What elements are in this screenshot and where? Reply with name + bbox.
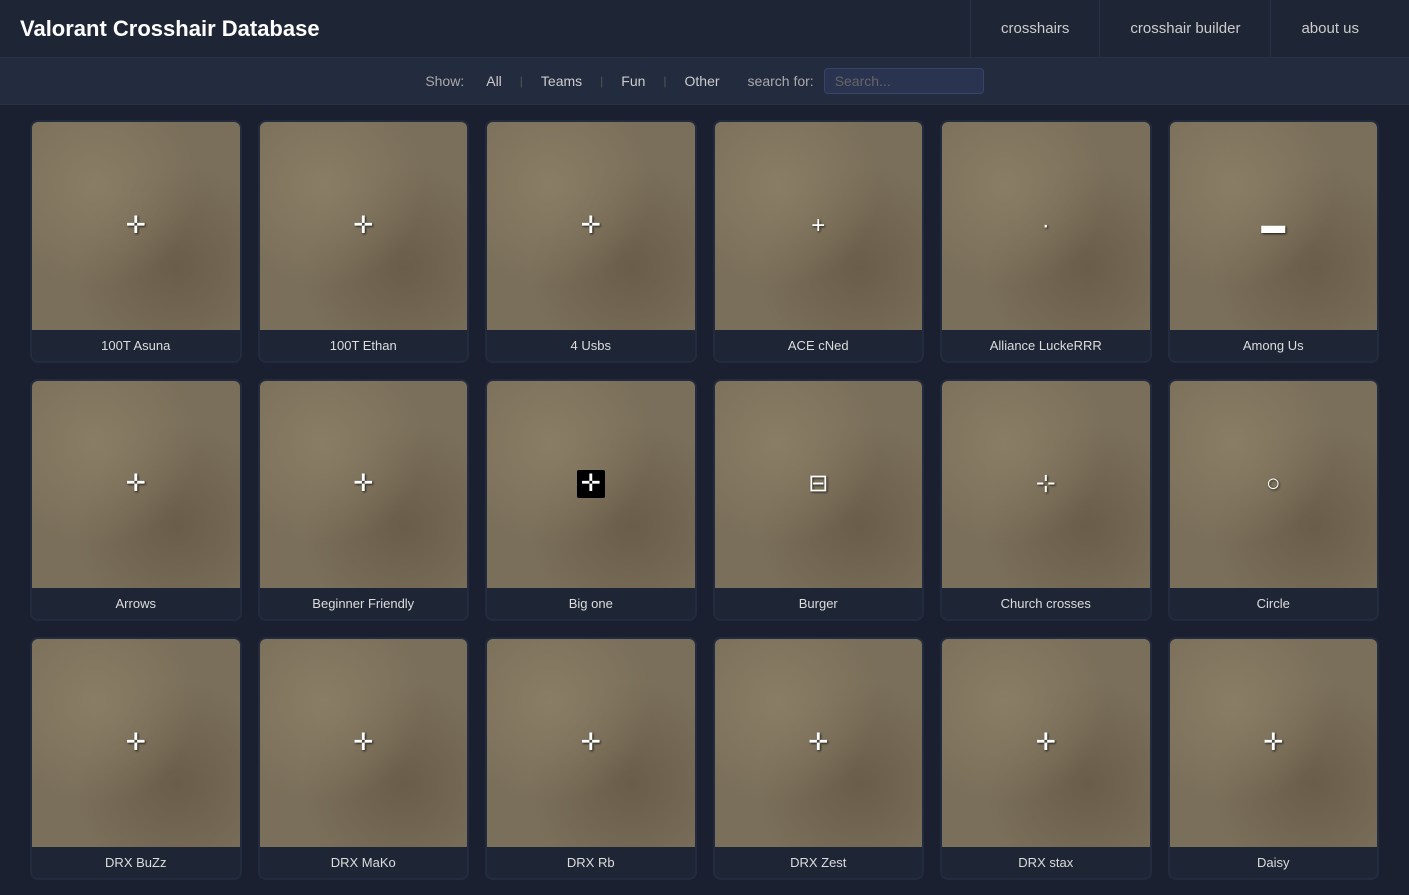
crosshair-card[interactable]: · Alliance LuckeRRR (940, 120, 1152, 363)
crosshair-symbol: ✛ (353, 731, 373, 755)
card-label: DRX MaKo (260, 847, 468, 878)
filter-bar: Show: All | Teams | Fun | Other search f… (0, 58, 1409, 105)
card-label: DRX Zest (715, 847, 923, 878)
card-image: ✛ (487, 381, 695, 589)
card-image: ✛ (715, 639, 923, 847)
nav-about[interactable]: about us (1270, 0, 1389, 57)
crosshair-card[interactable]: ✛ 4 Usbs (485, 120, 697, 363)
search-label: search for: (748, 73, 814, 89)
crosshair-card[interactable]: ✛ DRX BuZz (30, 637, 242, 880)
card-label: 4 Usbs (487, 330, 695, 361)
card-image: ✛ (942, 639, 1150, 847)
crosshair-symbol: ✛ (1263, 731, 1283, 755)
crosshair-card[interactable]: ✛ DRX MaKo (258, 637, 470, 880)
card-label: Arrows (32, 588, 240, 619)
crosshair-symbol: · (1042, 214, 1050, 238)
crosshair-card[interactable]: ✛ DRX Zest (713, 637, 925, 880)
card-label: 100T Ethan (260, 330, 468, 361)
crosshair-symbol: ✛ (126, 731, 146, 755)
crosshair-card[interactable]: ▬ Among Us (1168, 120, 1380, 363)
card-image: ✛ (260, 381, 468, 589)
crosshair-grid: ✛ 100T Asuna ✛ 100T Ethan ✛ 4 Usbs + ACE cNed · A… (0, 105, 1409, 895)
card-image: ✛ (487, 639, 695, 847)
crosshair-symbol: + (811, 214, 825, 238)
card-image: ✛ (487, 122, 695, 330)
crosshair-card[interactable]: ⊟ Burger (713, 379, 925, 622)
nav-crosshairs[interactable]: crosshairs (970, 0, 1099, 57)
card-label: Big one (487, 588, 695, 619)
card-label: ACE cNed (715, 330, 923, 361)
filter-other[interactable]: Other (677, 71, 728, 91)
card-label: DRX BuZz (32, 847, 240, 878)
card-label: DRX stax (942, 847, 1150, 878)
card-image: ▬ (1170, 122, 1378, 330)
crosshair-card[interactable]: ✛ 100T Ethan (258, 120, 470, 363)
card-image: ✛ (32, 122, 240, 330)
card-label: Beginner Friendly (260, 588, 468, 619)
crosshair-symbol: ✛ (353, 472, 373, 496)
card-image: ✛ (32, 381, 240, 589)
card-label: 100T Asuna (32, 330, 240, 361)
crosshair-symbol: ○ (1266, 472, 1281, 496)
crosshair-card[interactable]: ✛ 100T Asuna (30, 120, 242, 363)
filter-fun[interactable]: Fun (613, 71, 653, 91)
card-label: Daisy (1170, 847, 1378, 878)
site-title: Valorant Crosshair Database (20, 16, 970, 42)
crosshair-symbol: ✛ (577, 470, 605, 498)
crosshair-card[interactable]: ⊹ Church crosses (940, 379, 1152, 622)
crosshair-symbol: ▬ (1261, 214, 1285, 238)
card-image: ✛ (260, 122, 468, 330)
card-image: ○ (1170, 381, 1378, 589)
crosshair-card[interactable]: ✛ DRX stax (940, 637, 1152, 880)
crosshair-symbol: ✛ (1036, 731, 1056, 755)
card-label: Church crosses (942, 588, 1150, 619)
crosshair-card[interactable]: ✛ Beginner Friendly (258, 379, 470, 622)
card-label: Among Us (1170, 330, 1378, 361)
crosshair-symbol: ✛ (581, 731, 601, 755)
crosshair-symbol: ⊟ (808, 472, 828, 496)
crosshair-card[interactable]: ✛ Arrows (30, 379, 242, 622)
crosshair-card[interactable]: + ACE cNed (713, 120, 925, 363)
show-label: Show: (425, 73, 464, 89)
crosshair-card[interactable]: ✛ DRX Rb (485, 637, 697, 880)
card-image: · (942, 122, 1150, 330)
card-image: ✛ (32, 639, 240, 847)
card-image: + (715, 122, 923, 330)
crosshair-symbol: ✛ (353, 214, 373, 238)
card-label: Alliance LuckeRRR (942, 330, 1150, 361)
card-image: ✛ (260, 639, 468, 847)
nav-builder[interactable]: crosshair builder (1099, 0, 1270, 57)
crosshair-symbol: ✛ (808, 731, 828, 755)
crosshair-card[interactable]: ✛ Daisy (1168, 637, 1380, 880)
search-input[interactable] (824, 68, 984, 94)
main-nav: crosshairs crosshair builder about us (970, 0, 1389, 57)
filter-all[interactable]: All (478, 71, 510, 91)
card-image: ⊟ (715, 381, 923, 589)
crosshair-symbol: ✛ (581, 214, 601, 238)
filter-teams[interactable]: Teams (533, 71, 590, 91)
crosshair-card[interactable]: ○ Circle (1168, 379, 1380, 622)
crosshair-symbol: ✛ (126, 214, 146, 238)
card-image: ⊹ (942, 381, 1150, 589)
crosshair-symbol: ⊹ (1036, 472, 1056, 496)
crosshair-symbol: ✛ (126, 472, 146, 496)
card-label: DRX Rb (487, 847, 695, 878)
crosshair-card[interactable]: ✛ Big one (485, 379, 697, 622)
card-label: Burger (715, 588, 923, 619)
card-image: ✛ (1170, 639, 1378, 847)
site-header: Valorant Crosshair Database crosshairs c… (0, 0, 1409, 58)
card-label: Circle (1170, 588, 1378, 619)
